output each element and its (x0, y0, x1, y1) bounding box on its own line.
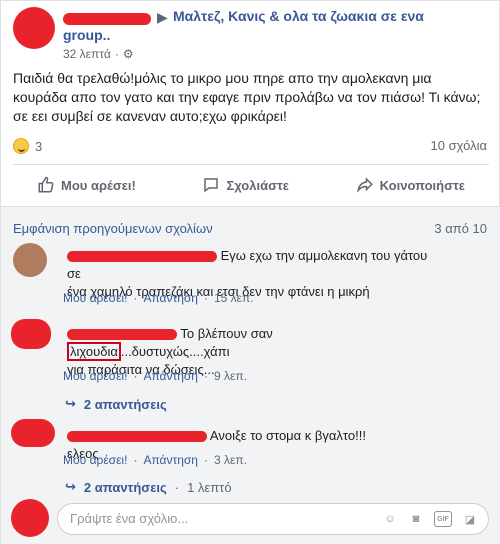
thumbs-up-icon (38, 176, 54, 193)
comment-reply-link[interactable]: Απάντηση (143, 291, 198, 305)
replies-time: 1 λεπτό (187, 479, 232, 495)
gear-icon: ⚙ (122, 47, 134, 61)
camera-icon[interactable]: ◙ (408, 511, 424, 527)
comment-actions: Μου αρέσει! · Απάντηση · 15 λεπ. (63, 291, 254, 305)
post-header: ▶ Μαλτεζ, Κανις & ολα τα ζωακια σε ενα (63, 7, 483, 29)
comment-actions: Μου αρέσει! · Απάντηση · 3 λεπ. (63, 453, 247, 467)
comment-time[interactable]: 3 λεπ. (214, 453, 247, 467)
commenter-avatar[interactable] (11, 319, 51, 349)
comment-button[interactable]: Σχολιάστε (178, 171, 312, 199)
composer-icons: ☺ ◙ GIF ◪ (382, 511, 478, 527)
group-name[interactable]: Μαλτεζ, Κανις & ολα τα ζωακια σε ενα (173, 8, 424, 24)
divider (1, 206, 500, 207)
post-meta: 32 λεπτά · ⚙ (63, 47, 134, 61)
share-icon (356, 177, 373, 193)
comment-composer[interactable]: ☺ ◙ GIF ◪ (57, 503, 489, 535)
reactions-count: 3 (35, 138, 43, 154)
post-time[interactable]: 32 λεπτά (63, 47, 111, 61)
comment-actions: Μου αρέσει! · Απάντηση · 9 λεπ. (63, 369, 247, 383)
share-button[interactable]: Κοινοποιήστε (332, 171, 489, 199)
haha-emoji-icon (13, 138, 29, 154)
post-card: ▶ Μαλτεζ, Κανις & ολα τα ζωακια σε ενα g… (0, 0, 500, 544)
reply-arrow-icon: ↪ (65, 396, 76, 411)
comment-icon (204, 178, 219, 193)
like-button[interactable]: Μου αρέσει! (13, 171, 160, 199)
comment-time[interactable]: 15 λεπ. (214, 291, 254, 305)
poster-avatar[interactable] (13, 7, 55, 49)
post-actions: Μου αρέσει! Σχολιάστε Κοινοποιήστε (13, 171, 489, 199)
comment-text: Το βλέπουν σαν (180, 326, 273, 341)
comment-time[interactable]: 9 λεπ. (214, 369, 247, 383)
redacted-commenter-name[interactable] (67, 251, 217, 263)
comment-input[interactable] (70, 511, 370, 526)
comment-reply-link[interactable]: Απάντηση (143, 369, 198, 383)
arrow-right-icon: ▶ (157, 9, 168, 25)
commenter-avatar[interactable] (11, 419, 55, 447)
gif-icon[interactable]: GIF (434, 511, 452, 527)
current-user-avatar[interactable] (11, 499, 49, 537)
reply-arrow-icon: ↪ (65, 479, 76, 494)
comments-count[interactable]: 10 σχόλια (431, 138, 487, 153)
post-body: Παιδιά θα τρελαθώ!μόλις το μικρο μου πηρ… (13, 70, 481, 124)
sticker-icon[interactable]: ◪ (462, 511, 478, 527)
divider (13, 164, 489, 165)
redacted-poster-name (63, 13, 151, 25)
view-previous-comments-link[interactable]: Εμφάνιση προηγούμενων σχολίων (13, 221, 213, 236)
comments-paging: 3 από 10 (434, 221, 487, 236)
redacted-commenter-name[interactable] (67, 431, 207, 443)
view-replies-link[interactable]: ↪ 2 απαντήσεις (65, 396, 167, 412)
comment-like-link[interactable]: Μου αρέσει! (63, 291, 127, 305)
comment-like-link[interactable]: Μου αρέσει! (63, 369, 127, 383)
highlighted-word: λιχουδια (67, 342, 121, 361)
view-replies-link[interactable]: ↪ 2 απαντήσεις · 1 λεπτό (65, 479, 232, 495)
redacted-commenter-name[interactable] (67, 329, 177, 341)
emoji-icon[interactable]: ☺ (382, 511, 398, 527)
group-name-continued[interactable]: group.. (63, 27, 110, 43)
comment-reply-link[interactable]: Απάντηση (143, 453, 198, 467)
commenter-avatar[interactable] (13, 243, 47, 277)
comment-text: ...δυστυχώς....χάπι (120, 344, 230, 359)
comment-like-link[interactable]: Μου αρέσει! (63, 453, 127, 467)
reactions-summary[interactable]: 3 (13, 138, 42, 154)
